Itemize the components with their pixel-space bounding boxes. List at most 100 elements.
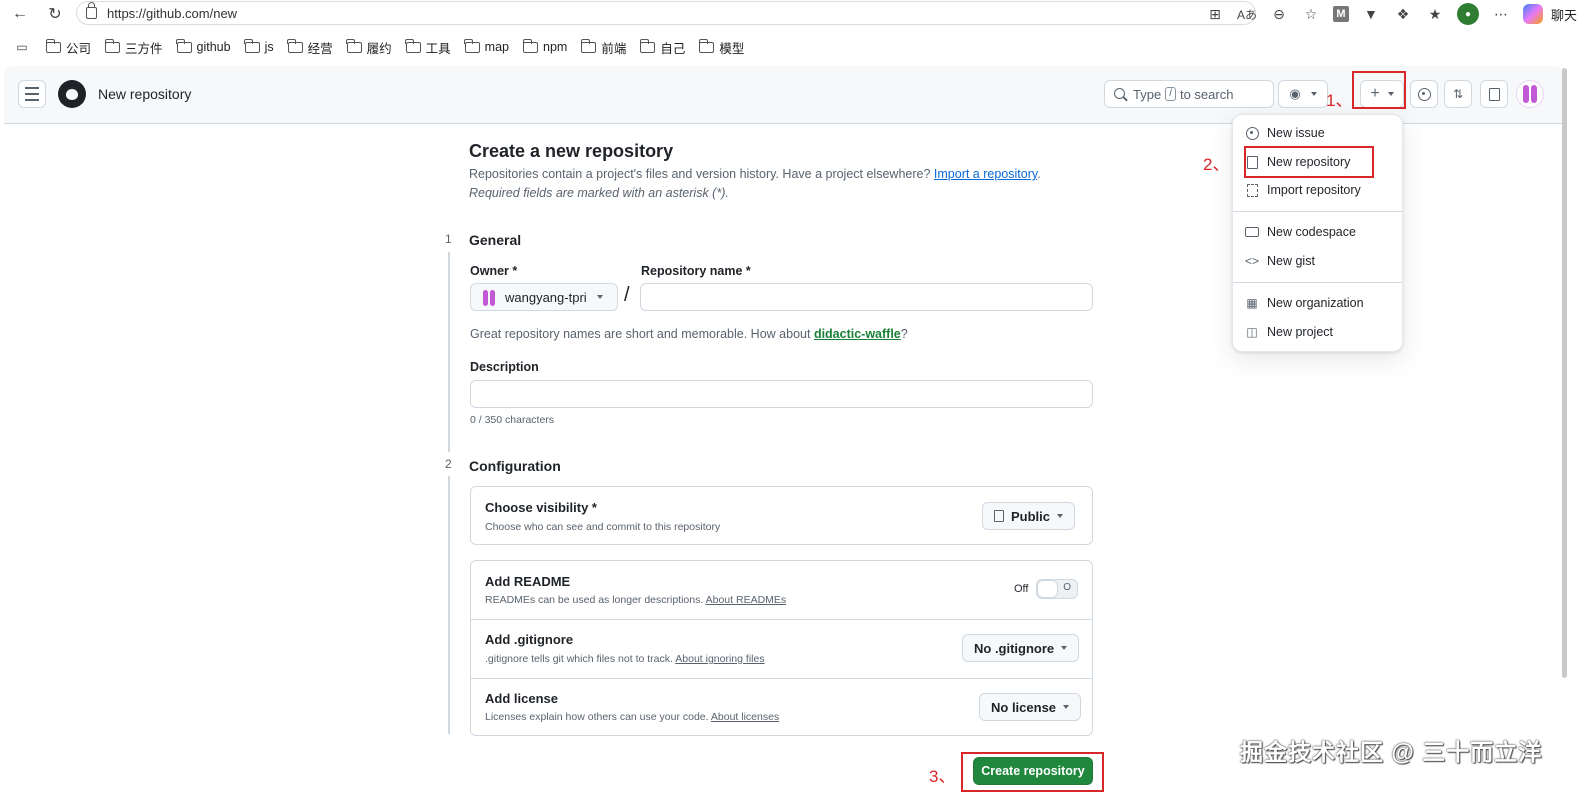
about-readmes-link[interactable]: About READMEs — [706, 594, 787, 606]
repo-push-icon — [1245, 183, 1259, 197]
chevron-down-icon — [1061, 646, 1068, 650]
about-ignoring-files-link[interactable]: About ignoring files — [675, 653, 764, 665]
folder-icon — [464, 38, 480, 53]
folder-icon — [104, 38, 121, 53]
search-input[interactable]: Type / to search — [1104, 80, 1274, 108]
menu-item-new-issue[interactable]: New issue — [1245, 126, 1325, 140]
issues-button[interactable] — [1410, 80, 1438, 108]
intro-end: . — [1037, 167, 1041, 181]
more-menu-icon[interactable]: ⋯ — [1491, 4, 1511, 24]
inbox-button[interactable] — [1480, 80, 1508, 108]
chevron-down-icon — [596, 295, 603, 299]
row-divider — [471, 678, 1092, 679]
zoom-icon[interactable]: ⊖ — [1269, 4, 1289, 24]
license-title: Add license — [485, 691, 558, 706]
readme-toggle[interactable]: O — [1036, 579, 1078, 599]
step-number-configuration: 2 — [445, 457, 452, 471]
chevron-down-icon — [1057, 514, 1064, 518]
bookmark-label: 经营 — [307, 41, 333, 56]
bookmark-label: js — [264, 40, 274, 54]
back-arrow-icon[interactable]: ← — [10, 4, 30, 24]
profile-icon[interactable]: ● — [1456, 3, 1479, 25]
license-select[interactable]: No license — [979, 693, 1082, 721]
required-fields-note: Required fields are marked with an aster… — [469, 186, 729, 200]
translate-icon[interactable]: Aあ — [1237, 4, 1257, 24]
reload-icon[interactable]: ↻ — [45, 4, 65, 24]
import-repository-link[interactable]: Import a repository — [934, 167, 1037, 181]
bookmark-folder[interactable]: map — [464, 38, 509, 54]
owner-select[interactable]: wangyang-tpri — [470, 283, 618, 311]
extension-v-icon[interactable]: ▼ — [1361, 4, 1381, 24]
menu-item-label: New project — [1267, 325, 1333, 339]
extensions-puzzle-icon[interactable]: ❖ — [1393, 4, 1413, 24]
bookmark-folder[interactable]: 公司 — [45, 38, 92, 57]
copilot-icon[interactable] — [1522, 4, 1543, 24]
git-pull-request-icon: ⇅ — [1452, 87, 1464, 101]
owner-value: wangyang-tpri — [505, 289, 587, 305]
page-scrollbar[interactable] — [1562, 68, 1567, 678]
annotation-step-2: 2、 — [1203, 155, 1230, 174]
license-value: No license — [991, 699, 1057, 715]
bookmark-label: npm — [543, 40, 568, 54]
bookmark-label: 工具 — [425, 41, 451, 56]
menu-item-new-codespace[interactable]: New codespace — [1245, 225, 1356, 239]
description-input[interactable] — [470, 380, 1093, 408]
menu-item-new-project[interactable]: ◫ New project — [1245, 325, 1333, 339]
bookmark-folder[interactable]: npm — [522, 38, 568, 54]
repository-options-panel: Add README READMEs can be used as longer… — [470, 560, 1093, 736]
bookmark-label: map — [484, 40, 509, 54]
bookmark-label: github — [196, 40, 231, 54]
user-avatar[interactable] — [1516, 80, 1544, 108]
section-title-configuration: Configuration — [469, 458, 561, 474]
menu-item-new-gist[interactable]: <> New gist — [1245, 254, 1315, 268]
bookmark-label: 自己 — [660, 41, 686, 56]
gitignore-value: No .gitignore — [974, 640, 1055, 656]
folder-icon — [405, 38, 421, 53]
bookmark-label: 公司 — [66, 41, 92, 56]
copilot-button[interactable]: ◉ — [1278, 80, 1328, 108]
reading-list-icon[interactable]: ▭ — [12, 37, 32, 57]
readme-title: Add README — [485, 574, 571, 589]
gitignore-description: .gitignore tells git which files not to … — [485, 653, 765, 665]
chat-label[interactable]: 聊天 — [1551, 5, 1577, 24]
search-placeholder-rest: to search — [1179, 86, 1234, 102]
favorites-icon[interactable]: ★ — [1425, 4, 1445, 24]
about-licenses-link[interactable]: About licenses — [711, 711, 779, 723]
repository-name-label: Repository name * — [641, 264, 751, 278]
bookmark-folder[interactable]: 前端 — [580, 38, 626, 57]
section-title-general: General — [469, 232, 522, 248]
repository-name-input[interactable] — [640, 283, 1093, 311]
extension-m-icon[interactable]: M — [1332, 6, 1349, 22]
gitignore-select[interactable]: No .gitignore — [962, 634, 1080, 662]
menu-item-new-organization[interactable]: ▦ New organization — [1245, 296, 1363, 310]
hint-text: Great repository names are short and mem… — [470, 327, 811, 341]
owner-name-separator: / — [624, 284, 630, 306]
bookmark-folder[interactable]: js — [244, 38, 274, 54]
bookmark-folder[interactable]: 履约 — [346, 38, 392, 57]
menu-item-label: Import repository — [1267, 183, 1361, 197]
bookmark-folder[interactable]: 工具 — [405, 38, 451, 57]
bookmark-folder[interactable]: github — [176, 38, 231, 54]
visibility-select[interactable]: Public — [982, 502, 1076, 530]
bookmark-folder[interactable]: 经营 — [287, 38, 333, 57]
readme-desc-text: READMEs can be used as longer descriptio… — [485, 594, 704, 606]
address-bar[interactable]: https://github.com/new — [76, 1, 1256, 25]
apps-icon[interactable]: ⊞ — [1205, 4, 1225, 24]
name-suggestion-link[interactable]: didactic-waffle — [814, 327, 901, 341]
github-logo-icon[interactable] — [58, 80, 86, 108]
favorite-star-icon[interactable]: ☆ — [1301, 4, 1321, 24]
bookmark-folder[interactable]: 自己 — [639, 38, 686, 57]
bookmark-folder[interactable]: 三方件 — [104, 38, 163, 57]
visibility-value: Public — [1011, 508, 1051, 524]
bookmark-label: 模型 — [719, 41, 745, 56]
repo-icon — [994, 510, 1004, 522]
description-char-count: 0 / 350 characters — [470, 414, 555, 426]
visibility-title: Choose visibility * — [485, 500, 597, 515]
bookmark-label: 履约 — [366, 41, 392, 56]
menu-item-import-repository[interactable]: Import repository — [1245, 183, 1361, 197]
pull-requests-button[interactable]: ⇅ — [1444, 80, 1472, 108]
bookmark-folder[interactable]: 模型 — [698, 38, 745, 57]
menu-hamburger-icon[interactable] — [18, 80, 46, 108]
bookmark-label: 三方件 — [125, 41, 163, 56]
annotation-step-1: 1、 — [1326, 91, 1353, 110]
